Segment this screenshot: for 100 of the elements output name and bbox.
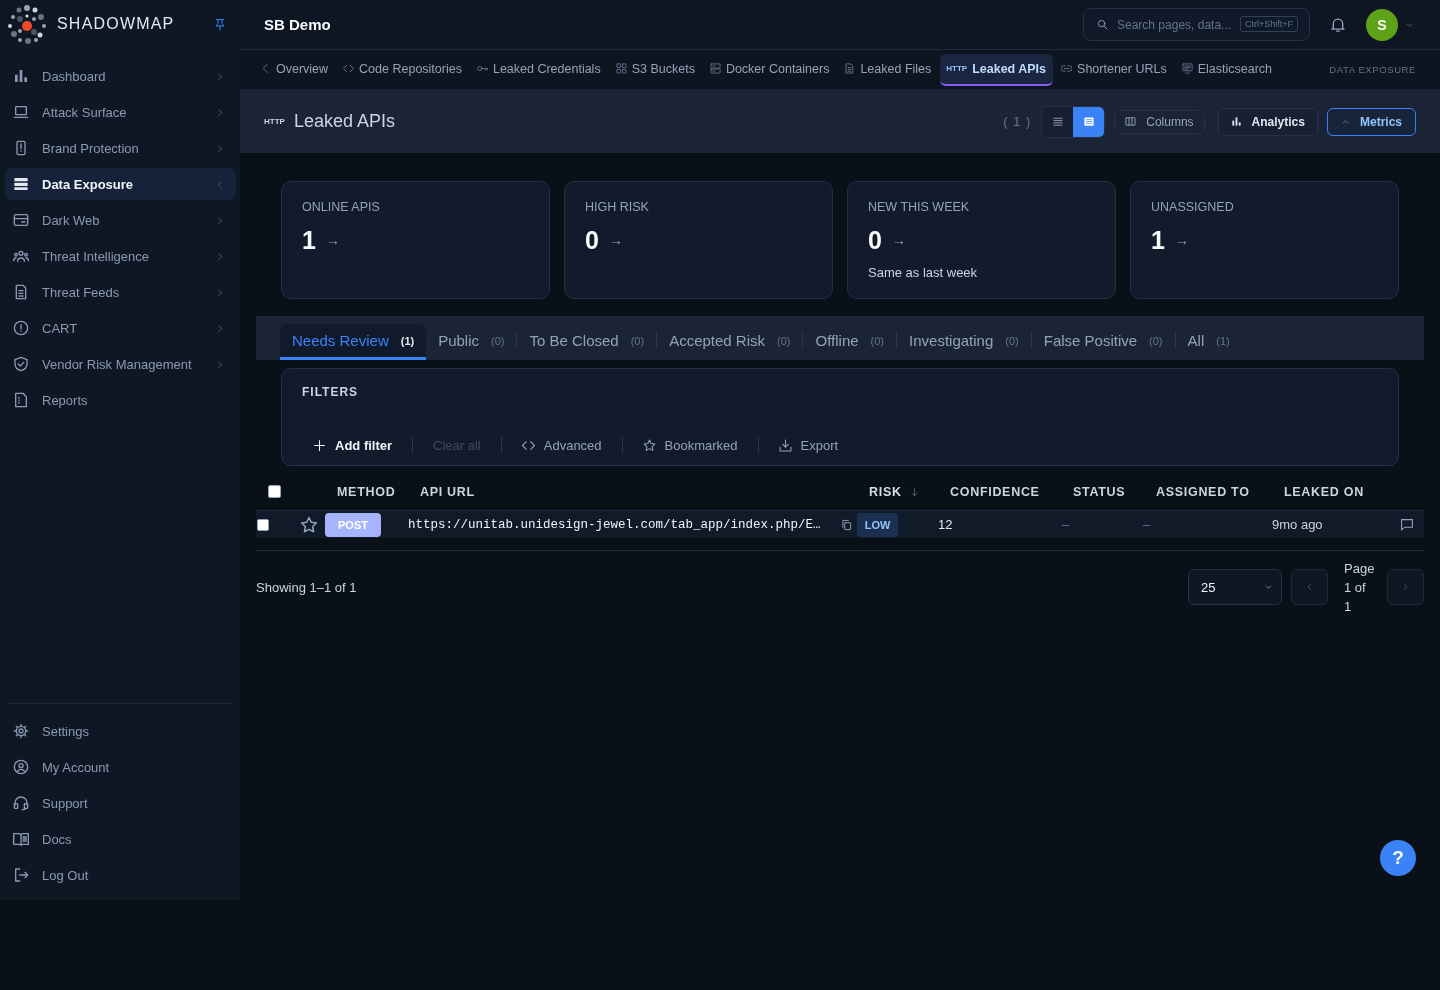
comment-icon[interactable] [1400,518,1414,531]
results-summary: Showing 1–1 of 1 [256,579,358,595]
status-tab[interactable]: False Positive (0) [1031,324,1175,360]
bar-chart-icon [1230,116,1242,127]
metric-note: Same as last week [868,265,979,281]
logo-icon [7,4,47,44]
nav-item[interactable]: Settings [8,715,232,747]
list-icon [1051,116,1064,127]
table-rows-icon [1082,116,1095,127]
status-tab[interactable]: Needs Review (1) [280,324,427,360]
pin-icon[interactable] [214,17,226,31]
bell-icon[interactable] [1330,16,1346,33]
column-header[interactable]: CONFIDENCE [950,484,1040,499]
column-header[interactable]: STATUS [1073,484,1126,499]
export-button[interactable]: Export [758,430,859,460]
column-header[interactable]: RISK [869,484,919,499]
columns-button[interactable]: Columns [1114,109,1205,134]
nav-item[interactable]: Vendor Risk Management [5,348,236,380]
nav-item[interactable]: Threat Feeds [5,276,236,308]
table-cell: 12 [938,517,953,532]
shortcut-hint: Ctrl+Shift+F [1240,16,1298,32]
alert-circle-icon [13,320,29,336]
table-cell: – [1143,517,1151,532]
plus-icon [313,438,326,452]
metrics-toggle-button[interactable]: Metrics [1326,107,1416,136]
list-box-icon [1181,63,1193,74]
protocol-label: HTTP [264,117,285,126]
method-badge: POST [325,512,381,537]
section-tab[interactable]: HTTP Leaked APIs [940,53,1054,86]
nav-item[interactable]: My Account [8,751,232,783]
columns-icon [1125,116,1137,127]
table-cell: 9mo ago [1272,517,1323,532]
trend-arrow: → [325,232,340,248]
chevron-right-icon [1402,581,1409,593]
user-circle-icon [13,759,29,775]
people-icon [13,248,29,264]
nav-item[interactable]: Reports [5,384,236,416]
table-cell: – [1062,517,1070,532]
caret-down-icon [1264,584,1273,590]
phone-alert-icon [13,140,29,156]
add-button[interactable]: Add filter [302,430,413,460]
nav-item[interactable]: Brand Protection [5,132,236,164]
section-tab[interactable]: Elasticsearch [1175,53,1280,86]
nav-item[interactable]: Dark Web [5,204,236,236]
column-header[interactable]: API URL [420,484,475,499]
chevron-left-icon [1306,581,1313,593]
analytics-button[interactable]: Analytics [1217,107,1318,136]
star-icon[interactable] [300,515,318,534]
section-tab[interactable]: Leaked Files [838,53,939,86]
bar-chart-icon [13,68,29,84]
metric-label: HIGH RISK [585,199,650,215]
nav-item[interactable]: Docs [8,823,232,855]
bookmarked-button[interactable]: Bookmarked [622,430,758,460]
workspace-title: SB Demo [264,16,332,33]
status-tab[interactable]: Accepted Risk (0) [657,324,803,360]
column-header[interactable]: ASSIGNED TO [1156,484,1250,499]
chevron-left-icon [260,63,271,74]
nav-item[interactable]: Data Exposure [5,168,236,200]
section-tab[interactable]: Docker Containers [703,53,837,86]
chevron-up-icon [1340,118,1350,125]
column-header[interactable]: LEAKED ON [1284,484,1364,499]
section-tab[interactable]: Leaked Credentials [470,53,608,86]
laptop-icon [13,104,29,120]
copy-icon[interactable] [841,518,852,531]
metric-value: 0 [868,225,882,255]
nav-item[interactable]: CART [5,312,236,344]
status-tab[interactable]: Investigating (0) [897,324,1031,360]
checkbox[interactable] [268,485,281,498]
page-size-select[interactable]: 25 [1188,569,1282,605]
shield-check-icon [13,356,29,372]
book-icon [13,831,29,847]
nav-item[interactable]: Support [8,787,232,819]
brand-name: SHADOWMAP [57,15,176,33]
code-icon [521,438,535,452]
nav-item[interactable]: Dashboard [5,60,236,92]
section-tab[interactable]: S3 Buckets [609,53,702,86]
status-tab[interactable]: All (1) [1175,324,1242,360]
trend-arrow: → [891,232,906,248]
stacked-rows-icon [13,176,29,192]
page-indicator: Page 1 of 1 [1344,559,1376,616]
checkbox[interactable] [257,518,269,531]
document-icon [13,284,29,300]
advanced-button[interactable]: Advanced [501,430,622,460]
logout-icon [13,867,29,883]
status-tab[interactable]: To Be Closed (0) [517,324,657,360]
help-button[interactable]: ? [1380,840,1416,876]
headset-icon [13,795,29,811]
section-tab[interactable]: Overview [254,53,336,86]
section-tab[interactable]: Shortener URLs [1055,53,1174,86]
result-count: ( 1 ) [1003,114,1032,129]
nav-item[interactable]: Threat Intelligence [5,240,236,272]
nav-item[interactable]: Log Out [8,859,232,891]
status-tab[interactable]: Offline (0) [803,324,897,360]
view-toggle-button[interactable] [1073,106,1105,137]
section-tab[interactable]: Code Repositories [337,53,469,86]
nav-item[interactable]: Attack Surface [5,96,236,128]
link-icon [1061,63,1073,74]
status-tab[interactable]: Public (0) [426,324,517,360]
column-header[interactable]: METHOD [337,484,396,499]
window-icon [13,212,29,228]
